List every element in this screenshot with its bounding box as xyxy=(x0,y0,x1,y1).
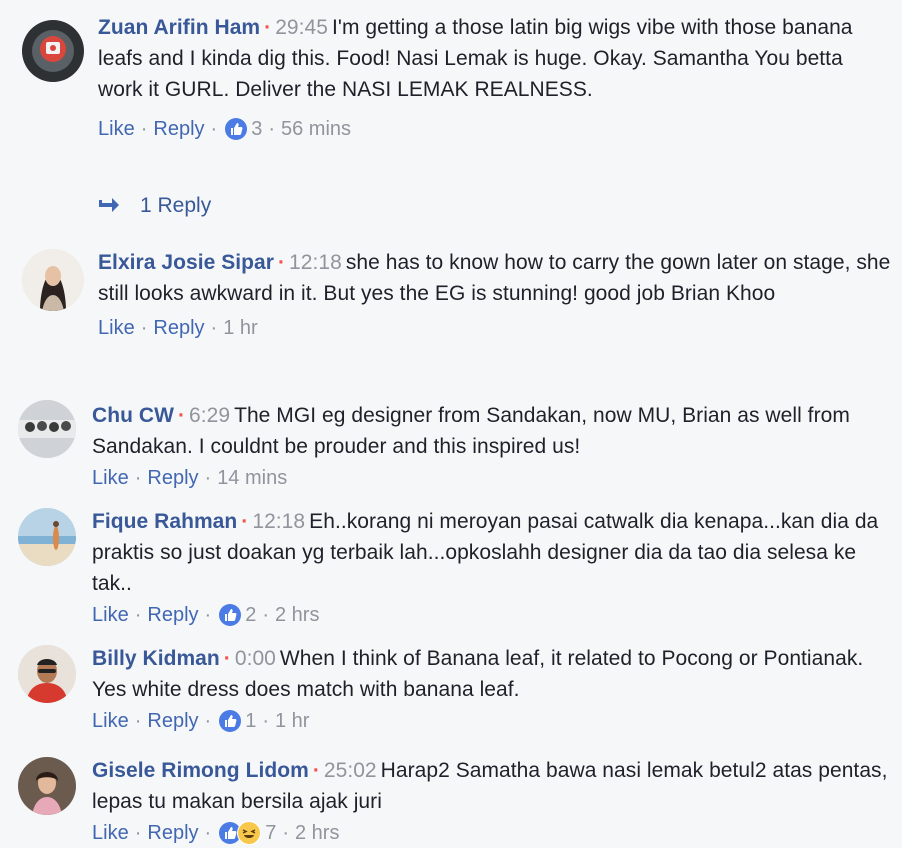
haha-emoji-icon[interactable] xyxy=(237,821,262,845)
separator: · xyxy=(134,822,142,844)
avatar[interactable] xyxy=(22,20,84,82)
comment-body: Gisele Rimong Lidom · 25:02 Harap2 Samatha … xyxy=(92,755,892,847)
comment-body: Billy Kidman · 0:00 When I think of Banana … xyxy=(92,643,892,735)
comment-body: Fique Rahman · 12:18 Eh..korang ni meroyan … xyxy=(92,506,892,629)
reaction-count[interactable]: 1 xyxy=(241,707,256,735)
reaction-count[interactable]: 2 xyxy=(241,601,256,629)
like-button[interactable]: Like xyxy=(98,314,135,342)
avatar-image-icon xyxy=(18,508,76,566)
reaction-count[interactable]: 7 xyxy=(261,819,276,847)
like-button[interactable]: Like xyxy=(92,707,129,735)
thumbs-up-icon[interactable] xyxy=(219,604,242,626)
reaction-count[interactable]: 3 xyxy=(247,115,262,143)
separator: · xyxy=(210,317,218,339)
reply-button[interactable]: Reply xyxy=(153,115,204,143)
avatar[interactable] xyxy=(18,757,76,815)
video-timestamp-link[interactable]: 25:02 xyxy=(324,759,381,782)
comment-body: Elxira Josie Sipar · 12:18 she has to know … xyxy=(98,247,892,342)
comment-body: Chu CW · 6:29 The MGI eg designer from Sand… xyxy=(92,400,892,492)
video-timestamp-link[interactable]: 12:18 xyxy=(289,251,346,274)
commenter-name[interactable]: Fique Rahman xyxy=(92,510,237,533)
separator: · xyxy=(262,710,269,732)
reply-arrow-icon xyxy=(99,198,119,212)
commenter-name[interactable]: Elxira Josie Sipar xyxy=(98,251,274,274)
commenter-name[interactable]: Billy Kidman xyxy=(92,647,220,670)
separator: · xyxy=(204,822,212,844)
commenter-name[interactable]: Zuan Arifin Ham xyxy=(98,16,260,39)
reply-button[interactable]: Reply xyxy=(147,601,198,629)
avatar-image-icon xyxy=(18,645,76,703)
comment-body: Zuan Arifin Ham · 29:45 I'm getting a those… xyxy=(98,12,892,143)
avatar-image-icon xyxy=(18,757,76,815)
separator: · xyxy=(268,118,275,140)
avatar[interactable] xyxy=(18,508,76,566)
commenter-name[interactable]: Gisele Rimong Lidom xyxy=(92,759,309,782)
comment-time[interactable]: 14 mins xyxy=(217,464,287,492)
separator: · xyxy=(210,118,218,140)
separator: · xyxy=(204,710,212,732)
separator: · xyxy=(140,118,148,140)
like-button[interactable]: Like xyxy=(92,464,129,492)
comment-actions: Like · Reply · 2 · 2 hrs xyxy=(92,601,892,629)
comment-text-block: Chu CW · 6:29 The MGI eg designer from Sand… xyxy=(92,400,892,462)
separator: · xyxy=(262,604,269,626)
avatar[interactable] xyxy=(22,249,84,311)
video-timestamp-link[interactable]: 6:29 xyxy=(189,404,234,427)
comment-time[interactable]: 2 hrs xyxy=(275,601,319,629)
thumbs-up-icon[interactable] xyxy=(219,710,242,732)
timestamp-dot: · xyxy=(264,16,272,39)
separator: · xyxy=(134,467,142,489)
separator: · xyxy=(134,604,142,626)
comment-time[interactable]: 1 hr xyxy=(275,707,309,735)
comment-time[interactable]: 1 hr xyxy=(223,314,257,342)
avatar-image-icon xyxy=(18,400,76,458)
video-timestamp-link[interactable]: 29:45 xyxy=(275,16,332,39)
comment-actions: Like · Reply · 1 · 1 hr xyxy=(92,707,892,735)
comment-text-block: Fique Rahman · 12:18 Eh..korang ni meroyan … xyxy=(92,506,892,599)
comment-actions: Like · Reply · 1 hr xyxy=(98,314,892,342)
comment-actions: Like · Reply · 3 · 56 mins xyxy=(98,115,892,143)
avatar-image-icon xyxy=(22,249,84,311)
replies-count-label[interactable]: 1 Reply xyxy=(140,194,211,218)
comment-actions: Like · Reply · 7 · 2 hrs xyxy=(92,819,892,847)
separator: · xyxy=(282,822,289,844)
view-replies-link[interactable]: 1 Reply xyxy=(96,194,211,218)
timestamp-dot: · xyxy=(177,404,185,427)
separator: · xyxy=(134,710,142,732)
comment-text-block: Elxira Josie Sipar · 12:18 she has to know … xyxy=(98,247,892,309)
timestamp-dot: · xyxy=(223,647,231,670)
avatar-image-icon xyxy=(22,20,84,82)
comment-text-block: Zuan Arifin Ham · 29:45 I'm getting a those… xyxy=(98,12,892,105)
comment-actions: Like · Reply · 14 mins xyxy=(92,464,892,492)
video-timestamp-link[interactable]: 12:18 xyxy=(252,510,309,533)
timestamp-dot: · xyxy=(241,510,249,533)
comment-time[interactable]: 56 mins xyxy=(281,115,351,143)
timestamp-dot: · xyxy=(278,251,286,274)
like-button[interactable]: Like xyxy=(92,601,129,629)
commenter-name[interactable]: Chu CW xyxy=(92,404,174,427)
comment-text-block: Billy Kidman · 0:00 When I think of Banana … xyxy=(92,643,892,705)
reply-button[interactable]: Reply xyxy=(147,464,198,492)
thumbs-up-icon[interactable] xyxy=(225,118,248,140)
like-button[interactable]: Like xyxy=(98,115,135,143)
separator: · xyxy=(204,604,212,626)
avatar[interactable] xyxy=(18,400,76,458)
video-timestamp-link[interactable]: 0:00 xyxy=(235,647,280,670)
reply-button[interactable]: Reply xyxy=(147,819,198,847)
timestamp-dot: · xyxy=(312,759,320,782)
reply-button[interactable]: Reply xyxy=(147,707,198,735)
comment-text-block: Gisele Rimong Lidom · 25:02 Harap2 Samatha … xyxy=(92,755,892,817)
like-button[interactable]: Like xyxy=(92,819,129,847)
reply-button[interactable]: Reply xyxy=(153,314,204,342)
separator: · xyxy=(140,317,148,339)
separator: · xyxy=(204,467,212,489)
comment-time[interactable]: 2 hrs xyxy=(295,819,339,847)
avatar[interactable] xyxy=(18,645,76,703)
